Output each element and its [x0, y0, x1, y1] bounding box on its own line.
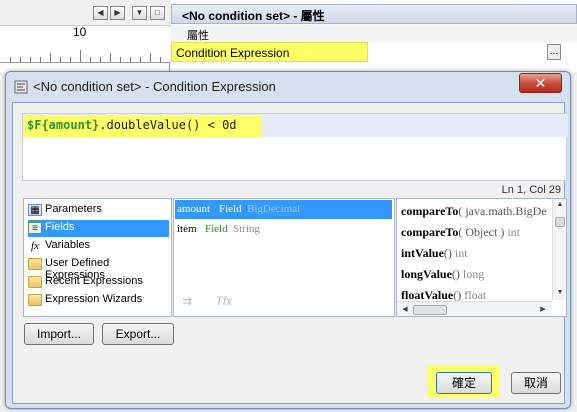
ellipsis-button[interactable]: …: [547, 44, 561, 60]
category-recent-expressions[interactable]: Recent Expressions: [28, 274, 169, 291]
vertical-scrollbar[interactable]: ▲ ▼: [552, 199, 566, 300]
insert-function-icon[interactable]: Tfx: [215, 294, 232, 308]
folder-icon: [28, 258, 42, 270]
parameters-icon: ▦: [28, 204, 42, 216]
field-actions: ⇉ Tfx: [182, 294, 232, 308]
field-list: amount Field BigDecimal item Field Strin…: [173, 198, 395, 317]
method-item[interactable]: intValue() int: [401, 246, 551, 266]
scroll-right-icon[interactable]: ▶: [537, 304, 549, 316]
folder-icon: [28, 294, 42, 306]
fields-icon: ≡: [28, 222, 42, 234]
insert-field-icon[interactable]: ⇉: [182, 294, 192, 308]
properties-group-label: 屬性: [187, 30, 209, 42]
properties-title: <No condition set> - 屬性: [182, 9, 325, 23]
method-item[interactable]: longValue() long: [401, 267, 551, 287]
category-variables[interactable]: fx Variables: [28, 238, 169, 255]
export-button[interactable]: Export...: [102, 323, 174, 345]
close-button[interactable]: ✕: [519, 73, 562, 93]
field-item-item[interactable]: item Field String: [175, 220, 392, 239]
back-arrow-icon[interactable]: ◀: [93, 6, 108, 20]
dropdown-icon[interactable]: ▼: [132, 6, 147, 20]
dialog-title-bar[interactable]: <No condition set> - Condition Expressio…: [6, 72, 570, 102]
category-parameters[interactable]: ▦ Parameters: [28, 202, 169, 219]
scroll-up-icon[interactable]: ▲: [553, 199, 566, 211]
method-item[interactable]: compareTo( Object ) int: [401, 225, 551, 245]
property-name: Condition Expression: [176, 46, 290, 60]
category-list: ▦ Parameters ≡ Fields fx Variables User …: [23, 198, 172, 317]
forward-arrow-icon[interactable]: ▶: [110, 6, 125, 20]
dialog-title: <No condition set> - Condition Expressio…: [33, 79, 276, 94]
field-item-amount[interactable]: amount Field BigDecimal: [175, 200, 392, 219]
report-editor-area: ◀ ▶ ▼ □ 10: [0, 0, 170, 72]
property-row-condition-expression[interactable]: Condition Expression: [171, 42, 368, 62]
dialog-body: $F{amount}.doubleValue() < 0d Ln 1, Col …: [12, 102, 568, 404]
close-icon: ✕: [534, 75, 547, 91]
expression-editor[interactable]: $F{amount}.doubleValue() < 0d: [22, 113, 568, 181]
properties-view: <No condition set> - 屬性 屬性 Condition Exp…: [171, 0, 577, 72]
ruler-label: 10: [73, 25, 87, 39]
scroll-left-icon[interactable]: ◀: [399, 304, 411, 316]
expression-rest: .doubleValue() < 0d: [99, 118, 237, 132]
method-item[interactable]: compareTo( java.math.BigDe: [401, 204, 551, 224]
restore-window-icon[interactable]: □: [150, 6, 165, 20]
expression-text[interactable]: $F{amount}.doubleValue() < 0d: [27, 118, 237, 132]
horizontal-scrollbar[interactable]: ◀ ▶: [397, 301, 552, 316]
editor-status-bar: Ln 1, Col 29: [22, 181, 567, 199]
ok-button[interactable]: 確定: [436, 372, 492, 394]
scroll-down-icon[interactable]: ▼: [553, 287, 566, 299]
category-user-defined-expressions[interactable]: User Defined Expressions: [28, 256, 169, 281]
category-expression-wizards[interactable]: Expression Wizards: [28, 292, 169, 309]
folder-icon: [28, 276, 42, 288]
cancel-button[interactable]: 取消: [511, 372, 561, 394]
cursor-position: Ln 1, Col 29: [501, 184, 561, 196]
variables-icon: fx: [31, 240, 39, 252]
scroll-thumb[interactable]: [555, 217, 565, 227]
import-button[interactable]: Import...: [24, 323, 94, 345]
field-token: $F{amount}: [27, 118, 100, 132]
method-list: compareTo( java.math.BigDe compareTo( Ob…: [396, 198, 567, 317]
scroll-thumb[interactable]: [413, 305, 447, 315]
properties-title-bar: <No condition set> - 屬性: [171, 4, 577, 24]
properties-group-header[interactable]: 屬性: [171, 25, 577, 42]
expression-editor-icon: [14, 80, 28, 94]
editor-toolbar: ◀ ▶ ▼ □: [0, 0, 170, 26]
category-fields[interactable]: ≡ Fields: [28, 220, 169, 237]
condition-expression-dialog: <No condition set> - Condition Expressio…: [5, 71, 571, 409]
